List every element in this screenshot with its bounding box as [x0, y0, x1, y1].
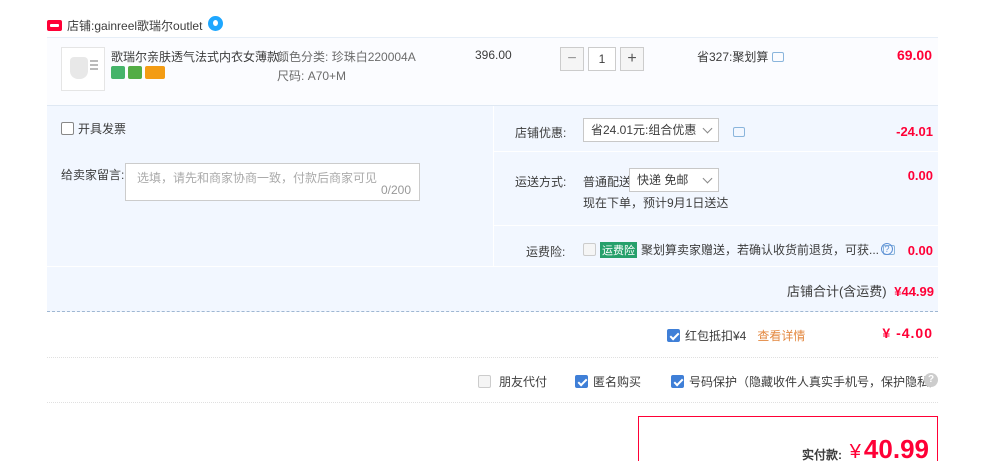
shop-label: 店铺:: [67, 18, 95, 33]
shipping-select[interactable]: 快递 免邮: [629, 168, 719, 192]
payment-amount: 40.99: [863, 434, 929, 461]
quantity-stepper: − 1 +: [560, 47, 644, 71]
invoice-label: 开具发票: [78, 122, 127, 136]
product-title-link[interactable]: 歌瑞尔亲肤透气法式内衣女薄款...: [111, 48, 289, 65]
shop-discount-amount: -24.01: [896, 124, 933, 139]
message-placeholder: 选填，请先和商家协商一致，付款后商家可见: [137, 171, 378, 185]
sku-color-value: 珍珠白220004A: [331, 50, 416, 64]
anonymous-option[interactable]: 匿名购买: [575, 373, 641, 390]
shop-name-link[interactable]: gainreel歌瑞尔outlet: [94, 17, 202, 34]
insurance-tag: 运费险: [600, 241, 637, 258]
shop-discount-select[interactable]: 省24.01元:组合优惠: [583, 118, 719, 142]
friend-pay-option[interactable]: 朋友代付: [478, 373, 547, 390]
shop-total-amount: ¥44.99: [894, 284, 934, 299]
redpacket-label: 红包抵扣¥4: [685, 329, 747, 343]
shop-discount-value: 省24.01元:组合优惠: [591, 123, 697, 137]
anonymous-label: 匿名购买: [593, 375, 642, 389]
friend-pay-checkbox[interactable]: [478, 375, 491, 388]
qty-minus-button[interactable]: −: [560, 47, 584, 71]
tmall-icon: [47, 19, 62, 31]
payment-amount-wrap: ¥40.99: [850, 434, 929, 461]
number-protect-option[interactable]: 号码保护（隐藏收件人真实手机号，保护隐私）: [671, 373, 941, 390]
shipping-label: 运送方式:: [515, 175, 567, 189]
sku-size-value: A70+M: [307, 69, 347, 83]
chat-wangwang-icon[interactable]: [208, 15, 224, 31]
friend-pay-label: 朋友代付: [499, 375, 548, 389]
insurance-info: 运费险 聚划算卖家赠送，若确认收货前退货，可获...: [583, 241, 879, 258]
seller-message-input[interactable]: 选填，请先和商家协商一致，付款后商家可见 0/200: [125, 163, 420, 201]
anonymous-checkbox[interactable]: [575, 375, 588, 388]
delivery-estimate: 现在下单，预计9月1日送达: [583, 196, 729, 210]
promo-text: 省327:聚划算: [697, 50, 769, 64]
shipping-type: 普通配送: [583, 175, 632, 189]
message-char-count: 0/200: [380, 183, 411, 197]
qty-plus-button[interactable]: +: [620, 47, 644, 71]
insurance-amount: 0.00: [907, 243, 933, 258]
sku-size: 尺码: A70+M: [277, 67, 346, 84]
message-icon[interactable]: [733, 127, 745, 137]
insurance-text: 聚划算卖家赠送，若确认收货前退货，可获...: [641, 243, 880, 257]
seven-day-return-icon[interactable]: [111, 66, 125, 79]
chevron-down-icon: [702, 173, 713, 184]
divider: [493, 106, 494, 266]
redpacket-amount: ¥ -4.00: [882, 325, 933, 341]
number-protect-label: 号码保护（隐藏收件人真实手机号，保护隐私）: [689, 375, 942, 389]
number-protect-checkbox[interactable]: [671, 375, 684, 388]
shipping-amount: 0.00: [907, 168, 933, 183]
sku-color: 颜色分类: 珍珠白220004A: [277, 48, 416, 65]
help-icon[interactable]: ?: [881, 243, 893, 255]
currency-symbol: ¥: [849, 441, 861, 461]
promo-info: 省327:聚划算: [697, 48, 785, 65]
payment-summary: 实付款: ¥40.99: [638, 416, 938, 461]
invoice-option[interactable]: 开具发票: [61, 120, 126, 137]
row-total: 69.00: [896, 47, 932, 63]
shop-total: 店铺合计(含运费) ¥44.99: [787, 281, 934, 300]
view-details-link[interactable]: 查看详情: [757, 327, 805, 344]
guarantee-icon[interactable]: [128, 66, 142, 79]
insurance-label: 运费险:: [526, 245, 566, 259]
payment-label: 实付款:: [802, 448, 842, 461]
service-badges: [111, 66, 165, 79]
redpacket-checkbox[interactable]: [667, 329, 680, 342]
divider: [493, 151, 938, 152]
credit-card-icon[interactable]: [145, 66, 165, 79]
divider: [47, 266, 938, 267]
message-icon[interactable]: [772, 51, 785, 62]
qty-input[interactable]: 1: [588, 47, 616, 71]
help-icon[interactable]: ?: [924, 373, 938, 387]
shop-discount-label: 店铺优惠:: [515, 126, 567, 140]
chevron-down-icon: [702, 123, 713, 134]
shipping-value: 快递 免邮: [637, 173, 689, 187]
divider: [493, 225, 938, 226]
sku-color-label: 颜色分类:: [277, 50, 329, 64]
sku-size-label: 尺码:: [277, 69, 305, 83]
invoice-checkbox[interactable]: [61, 122, 74, 135]
divider: [47, 402, 938, 403]
shop-header: 店铺: gainreel歌瑞尔outlet: [47, 14, 224, 36]
unit-price: 396.00: [475, 48, 512, 62]
shop-total-label: 店铺合计(含运费): [786, 284, 887, 299]
divider: [47, 357, 938, 358]
insurance-checkbox: [583, 243, 596, 256]
redpacket-option[interactable]: 红包抵扣¥4 查看详情: [667, 327, 805, 344]
message-label: 给卖家留言:: [61, 168, 125, 182]
product-thumbnail[interactable]: [61, 47, 105, 91]
